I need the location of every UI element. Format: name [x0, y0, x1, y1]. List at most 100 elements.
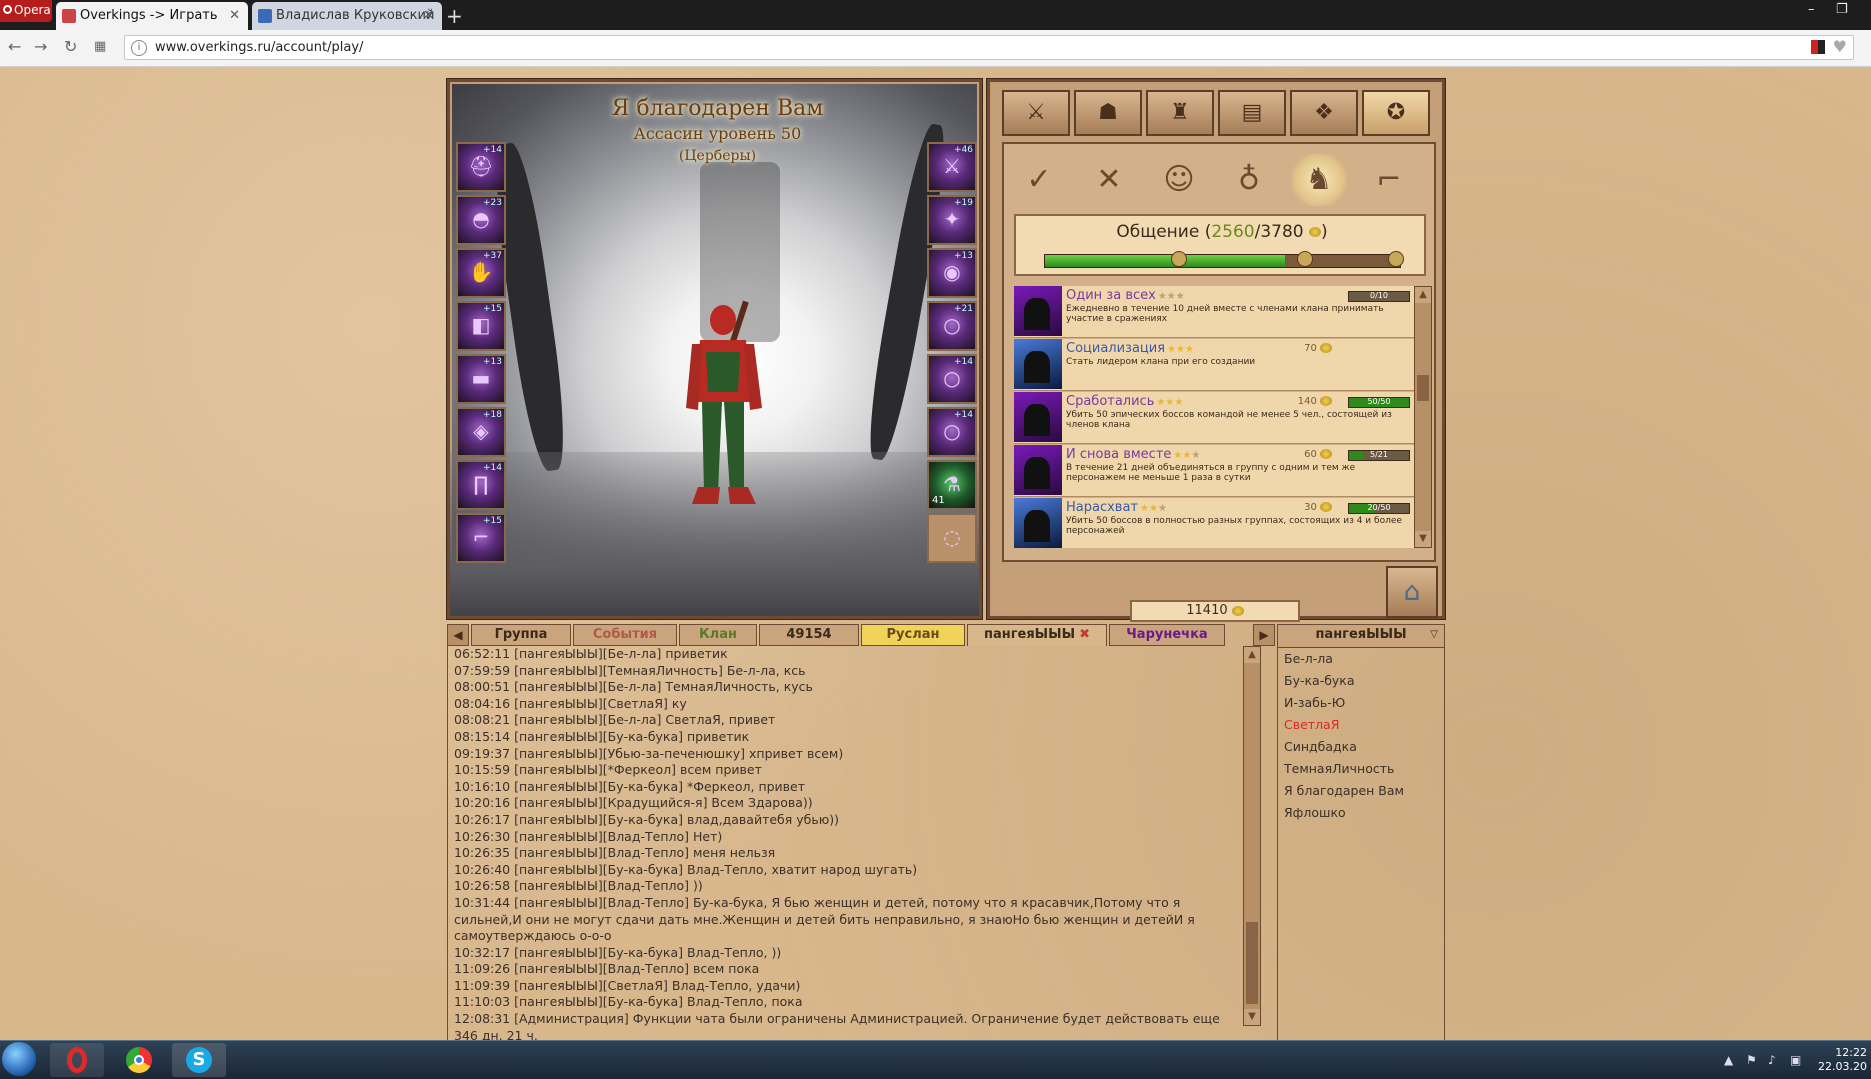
speed-dial-icon[interactable]: ▦ — [94, 37, 106, 57]
sub-tab-crossed-axes-icon[interactable]: ✕ — [1080, 154, 1138, 206]
main-tab-gift-icon[interactable]: ❖ — [1290, 90, 1358, 136]
volume-icon[interactable]: ♪ — [1768, 1053, 1776, 1067]
taskbar-chrome-button[interactable] — [112, 1043, 166, 1077]
chat-message: 10:26:58 [пангеяЫЫЫ][Влад-Тепло] )) — [454, 878, 703, 894]
chat-tab[interactable]: Чарунечка — [1109, 624, 1225, 646]
equipment-slot[interactable]: ○ +14 — [927, 354, 977, 404]
close-tab-icon[interactable]: ✕ — [423, 2, 434, 30]
address-bar[interactable]: i www.overkings.ru/account/play/ ♥ — [124, 35, 1854, 60]
back-icon[interactable]: ← — [8, 37, 21, 57]
scroll-thumb[interactable] — [1246, 922, 1258, 1004]
chat-user-item[interactable]: Яфлошко — [1278, 802, 1444, 824]
reload-icon[interactable]: ↻ — [64, 37, 77, 57]
taskbar-clock[interactable]: 12:22 22.03.20 — [1818, 1046, 1867, 1074]
opera-menu-button[interactable]: Opera — [0, 0, 52, 22]
taskbar-skype-button[interactable]: S — [172, 1043, 226, 1077]
reputation-coin-icon — [1309, 227, 1322, 237]
chat-user-item[interactable]: Синдбадка — [1278, 736, 1444, 758]
bookmark-heart-icon[interactable]: ♥ — [1833, 37, 1847, 56]
achievement-reward: 60 — [1304, 449, 1332, 460]
gold-amount: 11410 — [1186, 603, 1228, 618]
browser-tab-overkings[interactable]: Overkings -> Играть ✕ — [56, 2, 248, 30]
equipment-slot[interactable]: ▬ +13 — [456, 354, 506, 404]
achievement-title: Сработались — [1066, 394, 1155, 409]
equipment-slot[interactable]: ⌐ +15 — [456, 513, 506, 563]
equipment-slot[interactable]: ◧ +15 — [456, 301, 506, 351]
chat-tab[interactable]: События — [573, 624, 677, 646]
chat-user-item[interactable]: ТемнаяЛичность — [1278, 758, 1444, 780]
scroll-down-icon[interactable]: ▼ — [1415, 531, 1431, 547]
equipment-slot[interactable]: ⚔ +46 — [927, 142, 977, 192]
equipment-slot[interactable]: ✋ +37 — [456, 248, 506, 298]
equipment-slot[interactable]: ∏ +14 — [456, 460, 506, 510]
chat-tab[interactable]: пангеяЫЫЫ ✖ — [967, 624, 1107, 646]
equipment-slot[interactable]: ◉ +13 — [927, 248, 977, 298]
equipment-slot[interactable]: ✦ +19 — [927, 195, 977, 245]
scroll-up-icon[interactable]: ▲ — [1415, 287, 1431, 303]
main-tab-spellbook-icon[interactable]: ▤ — [1218, 90, 1286, 136]
tray-expand-icon[interactable]: ▲ — [1724, 1053, 1733, 1067]
chevron-down-icon[interactable]: ▽ — [1430, 625, 1438, 645]
close-tab-icon[interactable]: ✕ — [229, 2, 240, 30]
chat-tab[interactable]: Руслан — [861, 624, 965, 646]
achievement-row[interactable]: Социализация ★★★ Стать лидером клана при е… — [1014, 339, 1414, 391]
chat-tab[interactable]: Клан — [679, 624, 757, 646]
main-tab-group-icon[interactable]: ☗ — [1074, 90, 1142, 136]
assassin-character-figure[interactable] — [678, 292, 768, 512]
sub-tab-warriors-icon[interactable]: ♞ — [1290, 154, 1348, 206]
item-bonus: +15 — [483, 304, 502, 314]
chat-message: 09:19:37 [пангеяЫЫЫ][Убью-за-печенюшку] … — [454, 745, 844, 761]
network-icon[interactable]: ▣ — [1790, 1053, 1801, 1067]
new-tab-button[interactable]: + — [446, 4, 463, 28]
equipment-slot[interactable]: ○ +21 — [927, 301, 977, 351]
flag-icon[interactable]: ⚑ — [1746, 1053, 1757, 1067]
browser-tab-vk[interactable]: Владислав Круковский ✕ — [252, 2, 442, 30]
minimize-button[interactable]: – — [1808, 2, 1815, 17]
chat-message: 10:26:35 [пангеяЫЫЫ][Влад-Тепло] меня не… — [454, 845, 776, 861]
equipment-slot[interactable]: ⚗ 41 — [927, 460, 977, 510]
extension-icon[interactable] — [1811, 40, 1825, 54]
bracers-icon: ◧ — [471, 313, 491, 337]
user-list-header[interactable]: пангеяЫЫЫ ▽ — [1278, 625, 1444, 648]
achievement-row[interactable]: И снова вместе ★★★ В течение 21 дней объед… — [1014, 445, 1414, 497]
achievement-row[interactable]: Один за всех ★★★ Ежедневно в течение 10 дн… — [1014, 286, 1414, 338]
main-tab-achievements-icon[interactable]: ✪ — [1362, 90, 1430, 136]
scroll-thumb[interactable] — [1417, 375, 1429, 401]
restore-button[interactable]: ❐ — [1836, 2, 1848, 17]
chat-user-item[interactable]: Я благодарен Вам — [1278, 780, 1444, 802]
exit-door-button[interactable]: ⌂ — [1386, 566, 1438, 618]
equipment-slot[interactable]: ◓ +23 — [456, 195, 506, 245]
achievement-row[interactable]: Нарасхват ★★★ Убить 50 боссов в полностью … — [1014, 498, 1414, 548]
chat-user-item[interactable]: Бу-ка-бука — [1278, 670, 1444, 692]
achievement-row[interactable]: Сработались ★★★ Убить 50 эпических боссов … — [1014, 392, 1414, 444]
chat-tab[interactable]: Группа — [471, 624, 571, 646]
achievement-description: Стать лидером клана при его создании — [1066, 357, 1256, 367]
main-tab-backpack-icon[interactable]: ♜ — [1146, 90, 1214, 136]
equipment-slot[interactable]: ◌ — [927, 513, 977, 563]
sub-tab-masks-icon[interactable]: ☺ — [1150, 154, 1208, 206]
start-button-icon[interactable] — [2, 1042, 36, 1076]
chat-tabs-next-icon[interactable]: ▶ — [1253, 624, 1275, 646]
sub-tab-scroll-check-icon[interactable]: ✓ — [1010, 154, 1068, 206]
chat-user-item[interactable]: И-забь-Ю — [1278, 692, 1444, 714]
chat-user-item[interactable]: СветлаЯ — [1278, 714, 1444, 736]
main-tab-crossed-swords-icon[interactable]: ⚔ — [1002, 90, 1070, 136]
sub-tab-boots-icon[interactable]: ⌐ — [1360, 154, 1418, 206]
scroll-down-icon[interactable]: ▼ — [1244, 1009, 1260, 1025]
taskbar-opera-button[interactable] — [50, 1043, 104, 1077]
equipment-slot[interactable]: ○ +14 — [927, 407, 977, 457]
chat-message: 10:26:30 [пангеяЫЫЫ][Влад-Тепло] Нет) — [454, 828, 723, 844]
site-info-icon[interactable]: i — [131, 40, 147, 56]
sub-tab-pouch-icon[interactable]: ♁ — [1220, 154, 1278, 206]
scroll-up-icon[interactable]: ▲ — [1244, 647, 1260, 663]
chat-tabs-prev-icon[interactable]: ◀ — [447, 624, 469, 646]
equipment-slot[interactable]: ◈ +18 — [456, 407, 506, 457]
chat-user-item[interactable]: Бе-л-ла — [1278, 648, 1444, 670]
chat-tab[interactable]: 49154 — [759, 624, 859, 646]
achievement-scrollbar[interactable]: ▲ ▼ — [1414, 286, 1432, 548]
forward-icon[interactable]: → — [34, 37, 47, 57]
close-icon[interactable]: ✖ — [1079, 627, 1090, 642]
chat-scrollbar[interactable]: ▲ ▼ — [1243, 646, 1261, 1026]
equipment-slot[interactable]: ⛑ +14 — [456, 142, 506, 192]
chat-message: 08:08:21 [пангеяЫЫЫ][Бе-л-ла] СветлаЯ, п… — [454, 712, 776, 728]
